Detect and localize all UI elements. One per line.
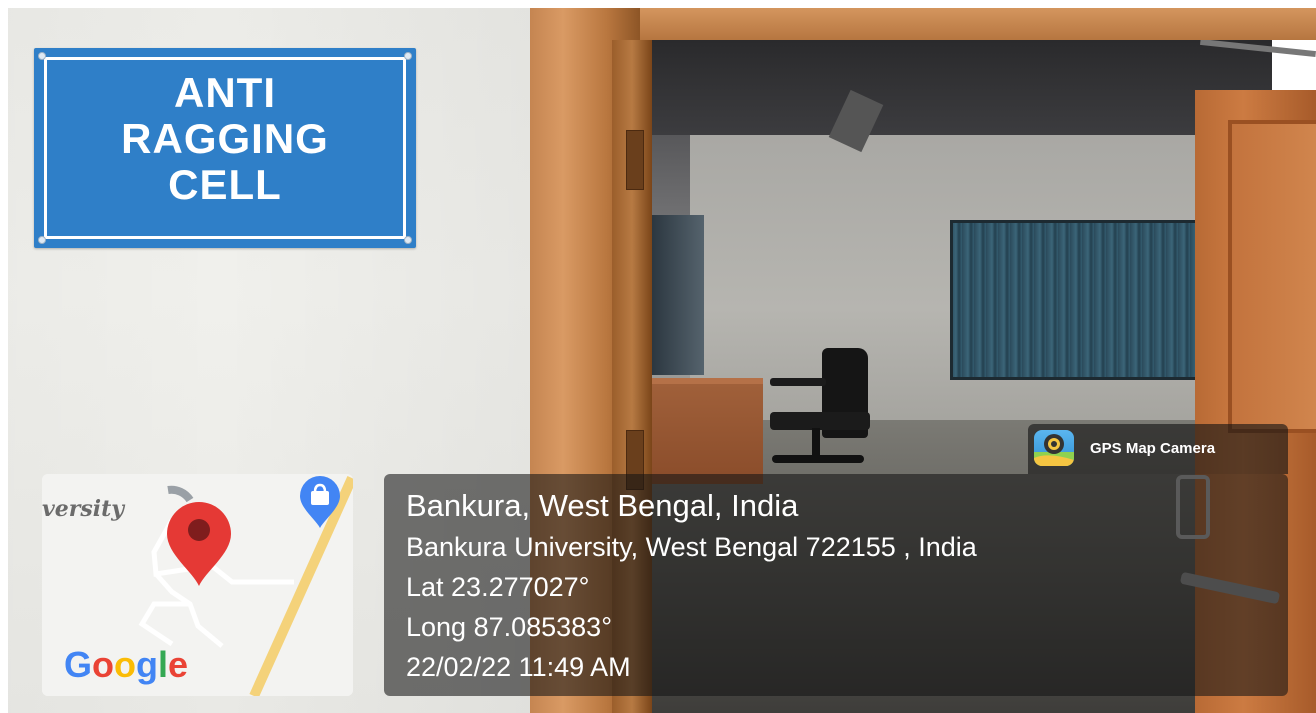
hinge-icon (626, 130, 644, 190)
map-pin-icon (167, 502, 231, 586)
gps-map-camera-badge: GPS Map Camera (1028, 424, 1288, 474)
location-info-card: Bankura, West Bengal, India Bankura Univ… (384, 474, 1288, 696)
location-longitude: Long 87.085383° (406, 612, 612, 642)
location-latitude: Lat 23.277027° (406, 572, 590, 602)
screw-icon (38, 52, 46, 60)
sign-text: ANTI RAGGING CELL (34, 70, 416, 208)
location-timestamp: 22/02/22 11:49 AM (406, 652, 631, 682)
anti-ragging-sign: ANTI RAGGING CELL (34, 48, 416, 248)
room-ceiling (652, 40, 1272, 135)
window-blinds (950, 220, 1212, 380)
location-title: Bankura, West Bengal, India (406, 488, 799, 523)
door-frame-top (530, 8, 1316, 40)
screw-icon (38, 236, 46, 244)
sign-line-1: ANTI (174, 69, 276, 116)
map-place-label: versity (42, 496, 125, 522)
screw-icon (404, 52, 412, 60)
door-panel (1228, 120, 1316, 433)
sign-line-3: CELL (168, 161, 282, 208)
office-chair-stem (812, 428, 820, 458)
room-window (652, 215, 704, 375)
office-chair-seat (770, 412, 870, 430)
top-border (0, 0, 1316, 8)
office-chair-arm (770, 378, 826, 386)
gps-map-camera-icon (1034, 430, 1074, 466)
office-chair-base (772, 455, 864, 463)
gps-map-camera-label: GPS Map Camera (1090, 440, 1216, 457)
wooden-desk (645, 378, 763, 484)
sign-line-2: RAGGING (121, 115, 329, 162)
photo-scene: ANTI RAGGING CELL GPS Map Camera versity… (0, 0, 1316, 713)
screw-icon (404, 236, 412, 244)
mini-map: versity Google (42, 474, 353, 696)
google-logo: Google (64, 644, 189, 685)
location-address: Bankura University, West Bengal 722155 ,… (406, 532, 977, 562)
shopping-bag-icon (300, 476, 340, 528)
